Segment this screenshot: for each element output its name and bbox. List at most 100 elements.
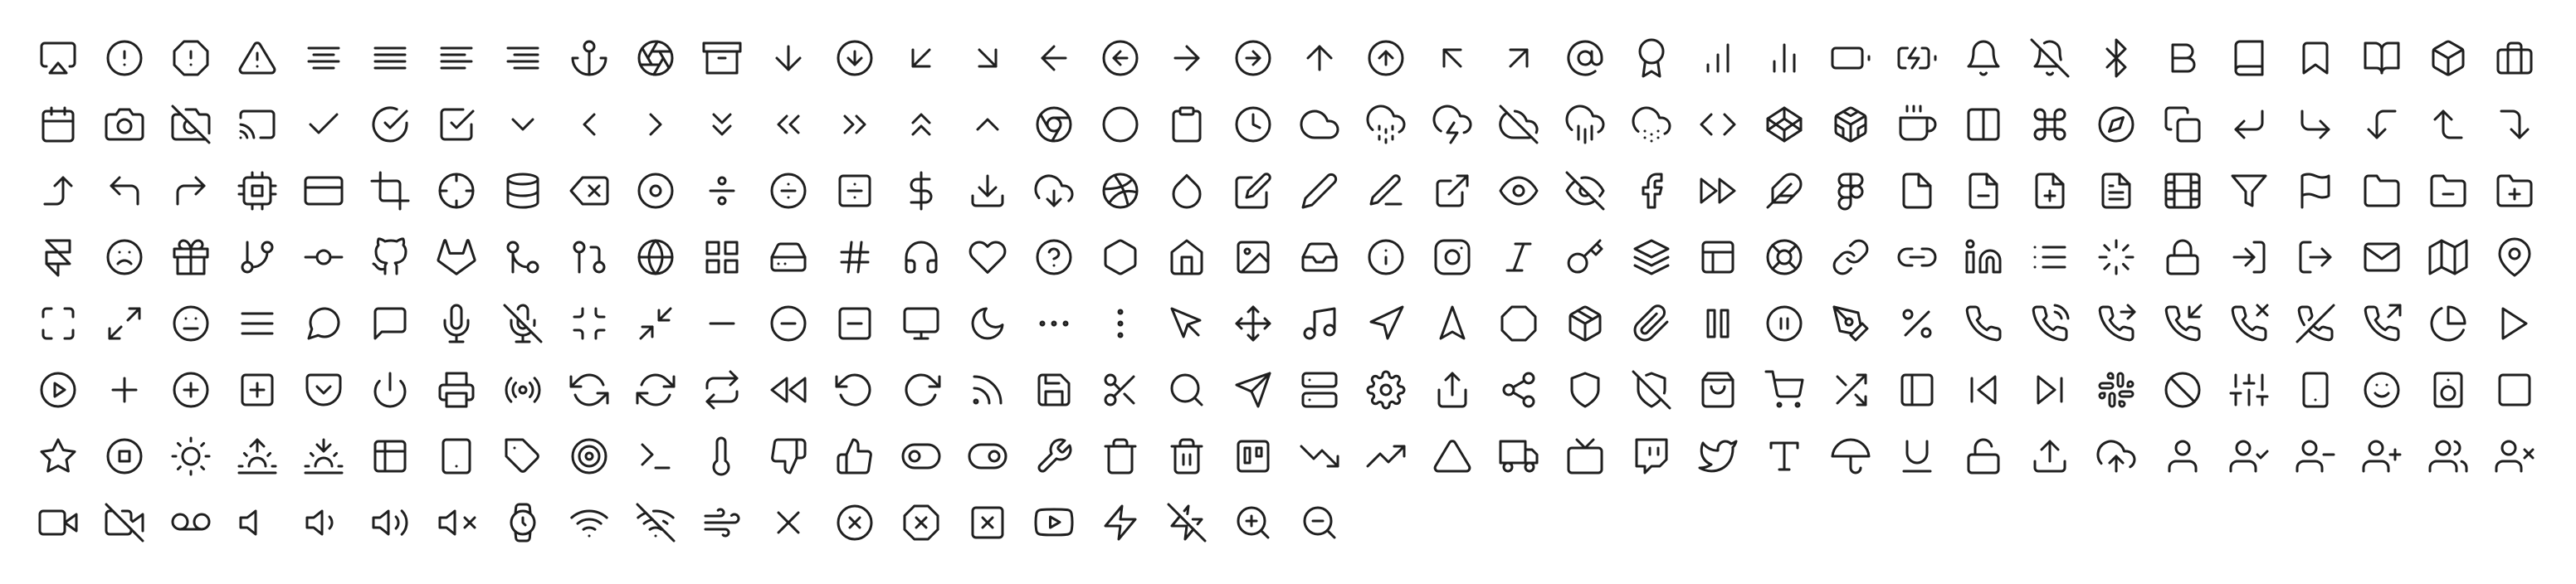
- umbrella-icon-glyph: [1831, 436, 1871, 476]
- zap-off-icon: [1154, 489, 1220, 556]
- repeat-icon: [689, 357, 755, 423]
- eye-icon: [1486, 158, 1552, 224]
- divide-square-icon-glyph: [835, 171, 875, 211]
- share-2-icon: [1486, 357, 1552, 423]
- unlock-icon-glyph: [1964, 436, 2003, 476]
- filter-icon: [2216, 158, 2282, 224]
- triangle-icon: [1419, 423, 1486, 489]
- folder-icon: [2349, 158, 2415, 224]
- target-icon: [556, 423, 622, 489]
- percent-icon: [1884, 290, 1950, 357]
- sliders-icon: [2216, 357, 2282, 423]
- rotate-cw-icon: [888, 357, 954, 423]
- list-icon-glyph: [2030, 237, 2070, 277]
- compass-icon-glyph: [2096, 105, 2136, 144]
- folder-minus-icon: [2415, 158, 2481, 224]
- award-icon-glyph: [1632, 38, 1671, 78]
- twitch-icon-glyph: [1632, 436, 1671, 476]
- airplay-icon: [25, 25, 91, 91]
- trash-icon-glyph: [1100, 436, 1140, 476]
- briefcase-icon: [2481, 25, 2548, 91]
- arrow-up-left-icon-glyph: [1432, 38, 1472, 78]
- arrow-up-right-icon: [1486, 25, 1552, 91]
- minus-icon: [689, 290, 755, 357]
- slack-icon-glyph: [2096, 370, 2136, 410]
- droplet-icon: [1154, 158, 1220, 224]
- align-justify-icon-glyph: [370, 38, 410, 78]
- rotate-ccw-icon-glyph: [835, 370, 875, 410]
- bar-chart-icon-glyph: [1698, 38, 1738, 78]
- pocket-icon: [290, 357, 357, 423]
- arrow-up-left-icon: [1419, 25, 1486, 91]
- feather-icon-glyph: [1764, 171, 1804, 211]
- life-buoy-icon: [1751, 224, 1817, 290]
- printer-icon: [423, 357, 490, 423]
- corner-up-right-icon-glyph: [171, 171, 211, 211]
- headphones-icon: [888, 224, 954, 290]
- phone-incoming-icon-glyph: [2163, 304, 2203, 343]
- target-icon-glyph: [569, 436, 609, 476]
- git-pull-request-icon-glyph: [569, 237, 609, 277]
- meh-icon-glyph: [171, 304, 211, 343]
- external-link-icon-glyph: [1432, 171, 1472, 211]
- plus-circle-icon-glyph: [171, 370, 211, 410]
- camera-off-icon: [158, 91, 224, 158]
- user-x-icon: [2481, 423, 2548, 489]
- phone-call-icon: [2017, 290, 2083, 357]
- tablet-icon-glyph: [437, 436, 476, 476]
- x-circle-icon: [822, 489, 888, 556]
- git-branch-icon-glyph: [237, 237, 277, 277]
- minimize-2-icon: [622, 290, 689, 357]
- chevron-right-icon-glyph: [636, 105, 676, 144]
- arrow-left-circle-icon-glyph: [1100, 38, 1140, 78]
- terminal-icon-glyph: [636, 436, 676, 476]
- video-off-icon-glyph: [105, 503, 144, 543]
- sunrise-icon-glyph: [237, 436, 277, 476]
- mic-icon-glyph: [437, 304, 476, 343]
- crosshair-icon: [423, 158, 490, 224]
- skip-forward-icon-glyph: [2030, 370, 2070, 410]
- info-icon: [1353, 224, 1419, 290]
- slash-icon-glyph: [2163, 370, 2203, 410]
- star-icon-glyph: [38, 436, 78, 476]
- sidebar-icon: [1884, 357, 1950, 423]
- mail-icon-glyph: [2362, 237, 2402, 277]
- chevrons-down-icon: [689, 91, 755, 158]
- monitor-icon: [888, 290, 954, 357]
- figma-icon-glyph: [1831, 171, 1871, 211]
- search-icon: [1154, 357, 1220, 423]
- git-branch-icon: [224, 224, 290, 290]
- user-plus-icon-glyph: [2362, 436, 2402, 476]
- align-right-icon: [490, 25, 556, 91]
- anchor-icon-glyph: [569, 38, 609, 78]
- columns-icon-glyph: [1964, 105, 2003, 144]
- share-2-icon-glyph: [1499, 370, 1539, 410]
- moon-icon-glyph: [968, 304, 1007, 343]
- trash-icon: [1087, 423, 1154, 489]
- anchor-icon: [556, 25, 622, 91]
- edit-2-icon: [1286, 158, 1353, 224]
- x-square-icon: [954, 489, 1021, 556]
- map-pin-icon: [2481, 224, 2548, 290]
- command-icon: [2017, 91, 2083, 158]
- arrow-left-circle-icon: [1087, 25, 1154, 91]
- more-horizontal-icon-glyph: [1034, 304, 1074, 343]
- triangle-icon-glyph: [1432, 436, 1472, 476]
- grid-icon-glyph: [702, 237, 742, 277]
- smartphone-icon-glyph: [2295, 370, 2335, 410]
- minus-circle-icon-glyph: [768, 304, 808, 343]
- chevrons-right-icon-glyph: [835, 105, 875, 144]
- send-icon-glyph: [1233, 370, 1273, 410]
- book-icon: [2216, 25, 2282, 91]
- mail-icon: [2349, 224, 2415, 290]
- pause-circle-icon-glyph: [1764, 304, 1804, 343]
- divide-square-icon: [822, 158, 888, 224]
- refresh-cw-icon: [622, 357, 689, 423]
- lock-icon-glyph: [2163, 237, 2203, 277]
- minus-icon-glyph: [702, 304, 742, 343]
- divide-circle-icon-glyph: [768, 171, 808, 211]
- code-icon: [1685, 91, 1751, 158]
- award-icon: [1618, 25, 1685, 91]
- wifi-icon-glyph: [569, 503, 609, 543]
- check-icon: [290, 91, 357, 158]
